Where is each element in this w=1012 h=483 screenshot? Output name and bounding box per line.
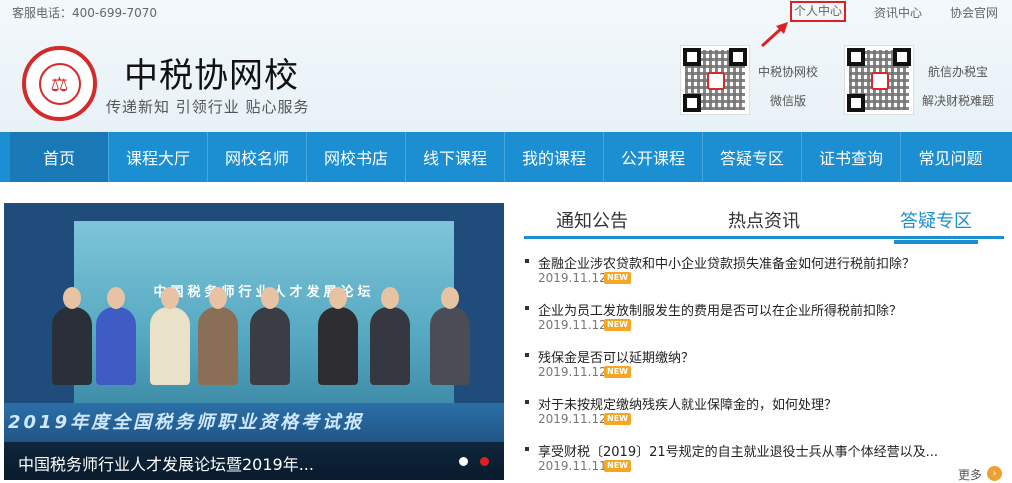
carousel-dot-1[interactable] [459, 457, 468, 466]
person-figure [198, 287, 238, 385]
chevron-right-icon[interactable]: › [987, 466, 1002, 481]
site-name[interactable]: 中税协网校 [124, 48, 299, 97]
nav-item-open-courses[interactable]: 公开课程 [604, 132, 703, 182]
person-figure [96, 287, 136, 385]
logo-icon[interactable]: ⚖ [22, 46, 97, 121]
news-date: 2019.11.12 [538, 318, 607, 332]
nav-item-course-hall[interactable]: 课程大厅 [109, 132, 208, 182]
nav-item-faq[interactable]: 常见问题 [901, 132, 1000, 182]
person-figure [318, 287, 358, 385]
list-item[interactable]: 对于未按规定缴纳残疾人就业保障金的，如何处理？ 2019.11.12 NEW [524, 387, 1004, 434]
tab-notices[interactable]: 通知公告 [556, 207, 628, 233]
list-item[interactable]: 残保金是否可以延期缴纳？ 2019.11.12 NEW [524, 340, 1004, 387]
news-center-link[interactable]: 资讯中心 [874, 4, 922, 22]
top-links: 个人中心 资讯中心 协会官网 [762, 1, 998, 22]
news-date: 2019.11.12 [538, 365, 607, 379]
person-figure [52, 287, 92, 385]
qr-label-app-desc: 解决财税难题 [922, 94, 995, 108]
site-slogan: 传递新知 引领行业 贴心服务 [106, 98, 310, 116]
nav-item-teachers[interactable]: 网校名师 [208, 132, 307, 182]
person-figure [430, 287, 470, 385]
banner-stripe-text: 2019年度全国税务师职业资格考试报 [8, 412, 365, 433]
new-badge: NEW [604, 319, 631, 331]
new-badge: NEW [604, 366, 631, 378]
news-title[interactable]: 企业为员工发放制服发生的费用是否可以在企业所得税前扣除？ [538, 300, 902, 319]
list-item[interactable]: 企业为员工发放制服发生的费用是否可以在企业所得税前扣除？ 2019.11.12 … [524, 293, 1004, 340]
more-link[interactable]: 更多 [958, 466, 982, 483]
news-title[interactable]: 金融企业涉农贷款和中小企业贷款损失准备金如何进行税前扣除？ [538, 253, 915, 272]
red-arrow-icon [760, 22, 788, 48]
carousel-dot-2[interactable] [480, 457, 489, 466]
qr-code-icon [680, 45, 750, 115]
qr-code-icon [844, 45, 914, 115]
tab-hot-news[interactable]: 热点资讯 [728, 207, 800, 233]
news-list: 金融企业涉农贷款和中小企业贷款损失准备金如何进行税前扣除？ 2019.11.12… [524, 246, 1004, 481]
news-date: 2019.11.12 [538, 412, 607, 426]
new-badge: NEW [604, 272, 631, 284]
nav-item-my-courses[interactable]: 我的课程 [505, 132, 604, 182]
news-banner[interactable]: 中国税务师行业人才发展论坛 2019年度全国税务师职业资格考试报 中国税务师行业… [4, 203, 504, 480]
person-figure [370, 287, 410, 385]
personal-center-link[interactable]: 个人中心 [789, 1, 846, 22]
top-bar: 客服电话：400-699-7070 个人中心 资讯中心 协会官网 [0, 0, 1012, 24]
list-item[interactable]: 金融企业涉农贷款和中小企业贷款损失准备金如何进行税前扣除？ 2019.11.12… [524, 246, 1004, 293]
nav-item-certificate[interactable]: 证书查询 [802, 132, 901, 182]
service-hotline: 客服电话：400-699-7070 [12, 6, 158, 20]
news-date: 2019.11.12 [538, 271, 607, 285]
new-badge: NEW [604, 413, 631, 425]
banner-caption-text[interactable]: 中国税务师行业人才发展论坛暨2019年... [18, 451, 314, 475]
association-site-link[interactable]: 协会官网 [950, 4, 998, 22]
list-item[interactable]: 享受财税〔2019〕21号规定的自主就业退役士兵从事个体经营以及... 2019… [524, 434, 1004, 481]
nav-item-offline-courses[interactable]: 线下课程 [406, 132, 505, 182]
news-title[interactable]: 享受财税〔2019〕21号规定的自主就业退役士兵从事个体经营以及... [538, 441, 938, 460]
main-nav: 首页 课程大厅 网校名师 网校书店 线下课程 我的课程 公开课程 答疑专区 证书… [0, 132, 1012, 182]
news-tabs: 通知公告 热点资讯 答疑专区 [524, 203, 1004, 244]
site-header: 客服电话：400-699-7070 个人中心 资讯中心 协会官网 ⚖ 中税协网校… [0, 0, 1012, 132]
banner-caption[interactable]: 中国税务师行业人才发展论坛暨2019年... [4, 442, 504, 480]
nav-item-bookstore[interactable]: 网校书店 [307, 132, 406, 182]
qr-label-wechat-version: 微信版 [770, 94, 807, 108]
nav-item-home[interactable]: 首页 [10, 132, 109, 182]
qr-label-wechat-name: 中税协网校 [758, 65, 819, 79]
qr-label-app-name: 航信办税宝 [928, 65, 989, 79]
person-figure [250, 287, 290, 385]
nav-item-qa[interactable]: 答疑专区 [703, 132, 802, 182]
news-title[interactable]: 对于未按规定缴纳残疾人就业保障金的，如何处理？ [538, 394, 837, 413]
news-date: 2019.11.11 [538, 459, 607, 473]
new-badge: NEW [604, 460, 631, 472]
news-title[interactable]: 残保金是否可以延期缴纳？ [538, 347, 694, 366]
person-figure [150, 287, 190, 385]
tab-qa[interactable]: 答疑专区 [894, 207, 978, 244]
